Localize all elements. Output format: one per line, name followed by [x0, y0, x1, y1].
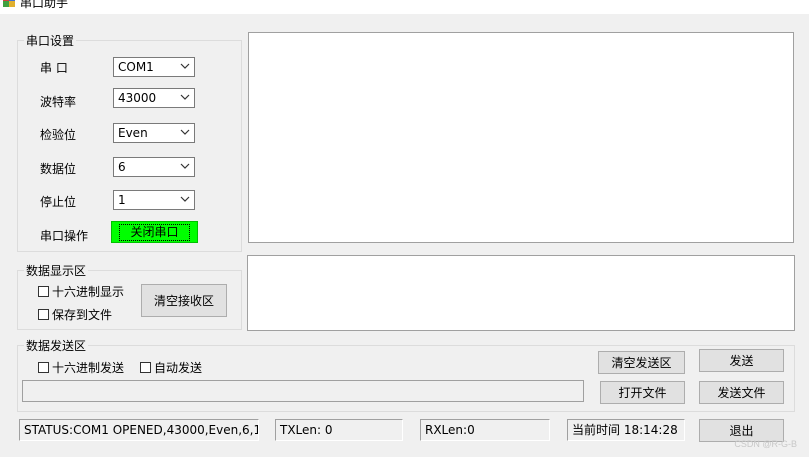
receive-textarea[interactable]: [248, 32, 794, 243]
open-file-button[interactable]: 打开文件: [600, 381, 685, 404]
chevron-down-icon: [180, 163, 190, 169]
operation-label: 串口操作: [40, 229, 89, 243]
close-port-button-label: 关闭串口: [119, 223, 190, 241]
data-display-legend: 数据显示区: [26, 264, 87, 278]
port-select[interactable]: COM1: [113, 57, 195, 77]
parity-select[interactable]: Even: [113, 123, 195, 143]
send-button[interactable]: 发送: [699, 349, 784, 372]
port-select-value: COM1: [118, 60, 154, 74]
auto-send-checkbox-box[interactable]: [140, 362, 151, 373]
databits-select-value: 6: [118, 160, 126, 174]
save-to-file-checkbox[interactable]: 保存到文件: [38, 306, 112, 323]
hex-display-checkbox-label: 十六进制显示: [52, 285, 125, 299]
databits-label: 数据位: [40, 162, 77, 176]
save-to-file-checkbox-label: 保存到文件: [52, 308, 113, 322]
auto-send-checkbox-label: 自动发送: [154, 361, 203, 375]
chevron-down-icon: [180, 63, 190, 69]
send-file-button[interactable]: 发送文件: [699, 381, 784, 404]
save-to-file-checkbox-box[interactable]: [38, 309, 49, 320]
serial-settings-legend: 串口设置: [26, 34, 75, 48]
chevron-down-icon: [180, 196, 190, 202]
hex-send-checkbox-label: 十六进制发送: [52, 361, 125, 375]
auto-send-checkbox[interactable]: 自动发送: [140, 359, 202, 376]
window-title: 串口助手: [20, 0, 69, 10]
databits-select[interactable]: 6: [113, 157, 195, 177]
clear-receive-button[interactable]: 清空接收区: [141, 284, 227, 317]
app-icon: [3, 0, 15, 7]
hex-display-checkbox[interactable]: 十六进制显示: [38, 283, 124, 300]
hex-send-checkbox-box[interactable]: [38, 362, 49, 373]
send-textarea[interactable]: [247, 255, 795, 331]
txlen-text: TXLen: 0: [275, 419, 403, 441]
watermark: CSDN @R-G-B: [734, 439, 797, 449]
port-label: 串 口: [40, 61, 68, 75]
title-bar: 串口助手: [0, 0, 809, 14]
clear-send-button[interactable]: 清空发送区: [598, 351, 685, 374]
close-port-button[interactable]: 关闭串口: [111, 221, 198, 243]
rxlen-text: RXLen:0: [420, 419, 550, 441]
send-input[interactable]: [22, 380, 584, 402]
data-send-legend: 数据发送区: [26, 339, 87, 353]
chevron-down-icon: [180, 129, 190, 135]
parity-label: 检验位: [40, 128, 77, 142]
hex-display-checkbox-box[interactable]: [38, 286, 49, 297]
hex-send-checkbox[interactable]: 十六进制发送: [38, 359, 124, 376]
baud-label: 波特率: [40, 95, 77, 109]
baud-select[interactable]: 43000: [113, 88, 195, 108]
current-time-text: 当前时间 18:14:28: [567, 419, 685, 441]
parity-select-value: Even: [118, 126, 148, 140]
chevron-down-icon: [180, 94, 190, 100]
stopbits-select-value: 1: [118, 193, 126, 207]
status-text: STATUS:COM1 OPENED,43000,Even,6,1: [19, 419, 259, 441]
stopbits-label: 停止位: [40, 195, 77, 209]
baud-select-value: 43000: [118, 91, 157, 105]
stopbits-select[interactable]: 1: [113, 190, 195, 210]
